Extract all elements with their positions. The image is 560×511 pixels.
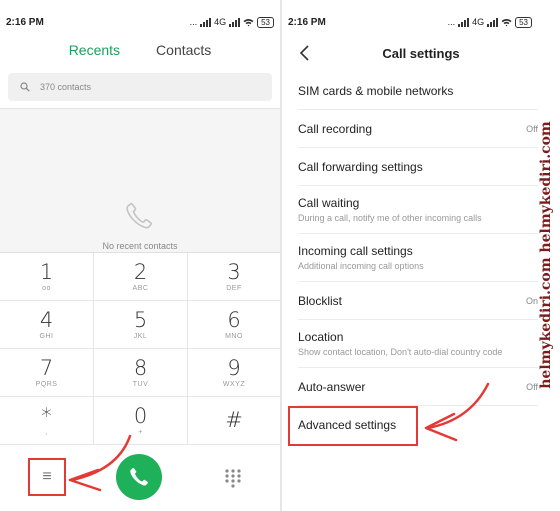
signal-dots: ... [189, 17, 198, 27]
key-letters: PQRS [35, 381, 58, 388]
search-input[interactable]: 370 contacts [8, 73, 272, 101]
key-letters: ABC [132, 285, 149, 292]
dialpad-key[interactable]: 4 GHI [0, 301, 94, 349]
key-letters: TUV [132, 381, 149, 388]
tab-contacts[interactable]: Contacts [156, 42, 211, 64]
key-digit: 5 [133, 308, 148, 332]
key-letters: + [138, 429, 143, 436]
settings-row[interactable]: Auto-answer Off [298, 368, 538, 406]
battery-icon: 53 [257, 16, 274, 28]
key-digit: 8 [133, 356, 148, 380]
key-letters: , [45, 429, 48, 436]
key-digit: 4 [39, 308, 54, 332]
advanced-settings-highlight [288, 406, 418, 446]
status-icons: ... 4G 53 [189, 16, 274, 28]
key-digit: 7 [39, 356, 54, 380]
key-digit: 2 [133, 260, 148, 284]
empty-recents-text: No recent contacts [102, 241, 178, 251]
call-icon [130, 467, 148, 486]
search-placeholder: 370 contacts [40, 82, 92, 92]
settings-row-title: Call waiting [298, 196, 360, 210]
settings-row-subtitle: Show contact location, Don't auto-dial c… [298, 347, 503, 357]
network-type-right: 4G [472, 17, 485, 27]
key-letters: ᴏᴏ [42, 285, 51, 292]
menu-icon: ≡ [42, 468, 52, 485]
dialpad-key[interactable]: 0 + [94, 397, 188, 445]
signal-icon-right-2 [487, 17, 499, 27]
signal-icon-right [458, 17, 470, 27]
settings-row-title: Blocklist [298, 294, 343, 308]
settings-row[interactable]: Blocklist On [298, 282, 538, 320]
key-letters: GHI [39, 333, 54, 340]
dialpad-key[interactable]: 5 JKL [94, 301, 188, 349]
key-digit: 1 [39, 260, 54, 284]
page-title: Call settings [382, 46, 460, 61]
settings-row-subtitle: Additional incoming call options [298, 261, 424, 271]
key-letters: DEF [226, 285, 242, 292]
dialpad-key[interactable]: 2 ABC [94, 253, 188, 301]
signal-icon [200, 17, 212, 27]
watermark-text: helmykediri.com helmykediri.com [538, 121, 554, 389]
settings-row[interactable]: Call forwarding settings [298, 148, 538, 186]
dialer-screen: 2:16 PM ... 4G 53 Recents Contacts 370 c… [0, 0, 280, 511]
network-type: 4G [214, 17, 227, 27]
settings-row-title: Incoming call settings [298, 244, 413, 258]
status-bar-right: 2:16 PM ... 4G 53 [282, 10, 560, 34]
wifi-icon-right [501, 18, 512, 26]
dialpad-key[interactable]: *, [0, 397, 94, 445]
key-digit: 9 [227, 356, 241, 380]
settings-row-subtitle: During a call, notify me of other incomi… [298, 213, 482, 223]
dialpad-key[interactable]: 8 TUV [94, 349, 188, 397]
settings-row-title: Location [298, 330, 344, 344]
watermark: helmykediri.com helmykediri.com [532, 0, 560, 511]
signal-dots-right: ... [447, 17, 456, 27]
status-icons-right: ... 4G 53 [447, 16, 532, 28]
dialpad-key[interactable]: 1 ᴏᴏ [0, 253, 94, 301]
dialpad-toggle-icon[interactable] [222, 468, 244, 488]
menu-button[interactable]: ≡ [28, 458, 66, 496]
key-letters: WXYZ [222, 381, 246, 388]
settings-row[interactable]: Call recording Off [298, 110, 538, 148]
status-bar: 2:16 PM ... 4G 53 [0, 10, 280, 34]
settings-row[interactable]: Incoming call settings Additional incomin… [298, 234, 538, 282]
key-digit: 0 [133, 404, 148, 428]
key-digit: # [225, 407, 243, 432]
settings-row[interactable]: SIM cards & mobile networks [298, 72, 538, 110]
settings-row-title: Call recording [298, 122, 373, 136]
search-icon [20, 82, 30, 92]
key-letters: MNO [225, 333, 243, 340]
key-digit: 3 [227, 260, 241, 284]
tab-recents[interactable]: Recents [69, 42, 120, 64]
settings-list: SIM cards & mobile networks Call recordin… [282, 72, 560, 444]
dialpad-key[interactable]: 6 MNO [188, 301, 280, 349]
call-button[interactable] [116, 454, 162, 500]
dialpad-key[interactable]: 3 DEF [188, 253, 280, 301]
status-time: 2:16 PM [6, 16, 44, 28]
key-letters: JKL [133, 333, 148, 340]
settings-row-title: SIM cards & mobile networks [298, 84, 454, 98]
key-digit: 6 [227, 308, 241, 332]
dialpad: 1 ᴏᴏ 2 ABC 3 DEF 4 GHI 5 JKL 6 MNO 7 PQRS 8 TUV 9 WXYZ *, 0… [0, 252, 280, 445]
settings-row-title: Auto-answer [298, 380, 366, 394]
dialpad-key[interactable]: 9 WXYZ [188, 349, 280, 397]
key-digit: * [41, 404, 52, 428]
dialer-tabs: Recents Contacts [0, 42, 280, 64]
dialpad-key[interactable]: # [188, 397, 280, 445]
wifi-icon [243, 18, 254, 26]
recents-empty-area: No recent contacts [0, 108, 280, 252]
status-time-right: 2:16 PM [288, 16, 326, 28]
settings-row[interactable]: Location Show contact location, Don't aut… [298, 320, 538, 368]
dialpad-key[interactable]: 7 PQRS [0, 349, 94, 397]
signal-icon-2 [229, 17, 241, 27]
settings-row[interactable]: Call waiting During a call, notify me of … [298, 186, 538, 234]
phone-icon [126, 202, 153, 229]
battery-icon-right: 53 [515, 16, 532, 28]
settings-row-title: Call forwarding settings [298, 160, 423, 174]
settings-header: Call settings [282, 40, 560, 66]
dialer-bottom-bar: ≡ [0, 444, 280, 511]
